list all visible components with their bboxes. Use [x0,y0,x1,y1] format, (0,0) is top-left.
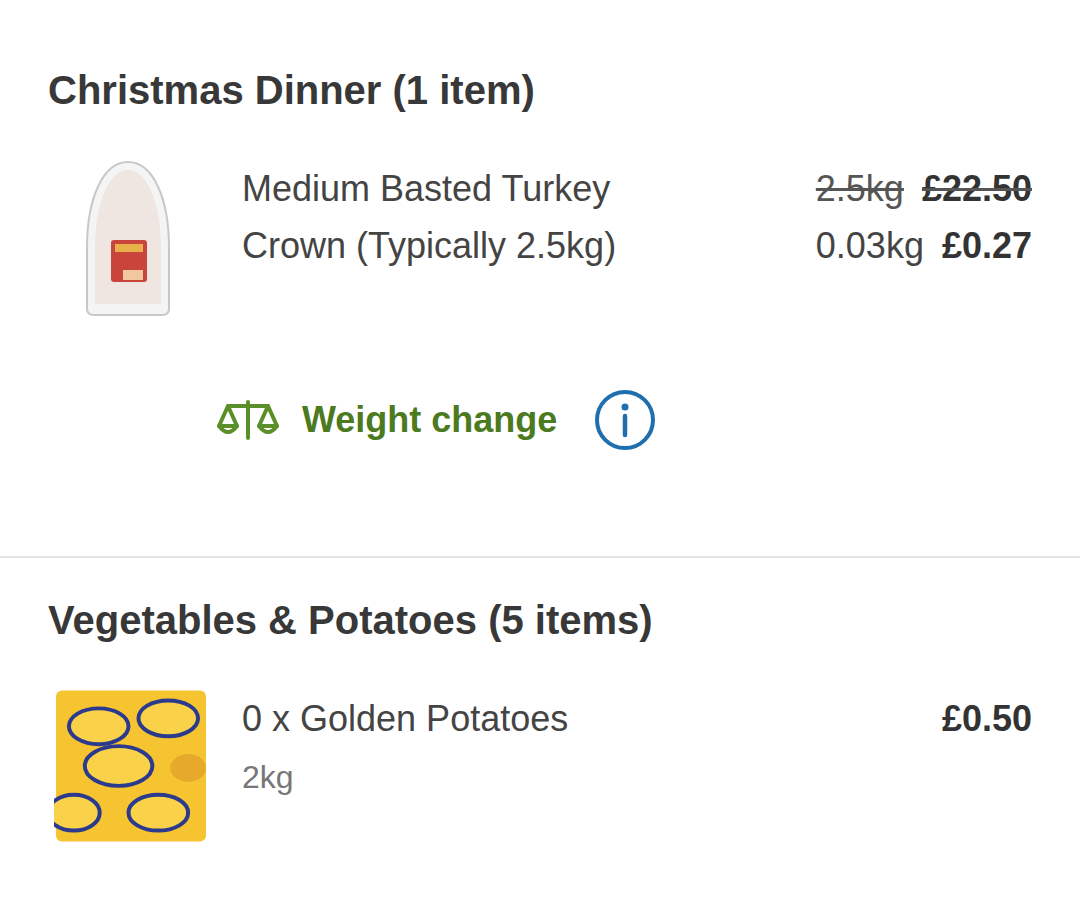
product-name[interactable]: Medium Basted Turkey Crown (Typically 2.… [242,160,702,274]
basket-item[interactable]: 0 x Golden Potatoes2kg £0.50 [48,688,1032,844]
info-icon[interactable] [593,388,657,452]
original-weight: 2.5kg [816,160,904,217]
basket-page: Christmas Dinner (1 item) Medium Basted T… [0,0,1080,913]
basket-item[interactable]: Medium Basted Turkey Crown (Typically 2.… [48,158,1032,452]
price-block: 2.5kg £22.500.03kg £0.27 [736,158,1032,274]
basket-section: Christmas Dinner (1 item) Medium Basted T… [0,0,1080,558]
item-info: Medium Basted Turkey Crown (Typically 2.… [242,158,702,274]
weight-change-label: Weight change [302,397,557,444]
item-price: £0.50 [942,690,1032,747]
section-heading: Christmas Dinner (1 item) [48,66,1032,114]
actual-weight: 0.03kg [816,217,924,274]
basket-section: Vegetables & Potatoes (5 items) 0 x Golde… [0,558,1080,874]
turkey-icon [83,158,173,318]
item-info: 0 x Golden Potatoes2kg [242,688,702,807]
price-block: £0.50 [736,688,1032,747]
original-amount: £22.50 [922,160,1032,217]
scale-icon [216,398,280,442]
potato-bag-icon [54,688,208,844]
product-size: 2kg [242,747,702,807]
section-heading: Vegetables & Potatoes (5 items) [48,596,1032,644]
item-price: £0.27 [942,217,1032,274]
product-name[interactable]: 0 x Golden Potatoes [242,690,702,747]
weight-change-notice: Weight change [216,388,1032,452]
product-image[interactable] [54,688,208,844]
original-price: 2.5kg £22.50 [816,160,1032,217]
product-image[interactable] [48,158,208,318]
